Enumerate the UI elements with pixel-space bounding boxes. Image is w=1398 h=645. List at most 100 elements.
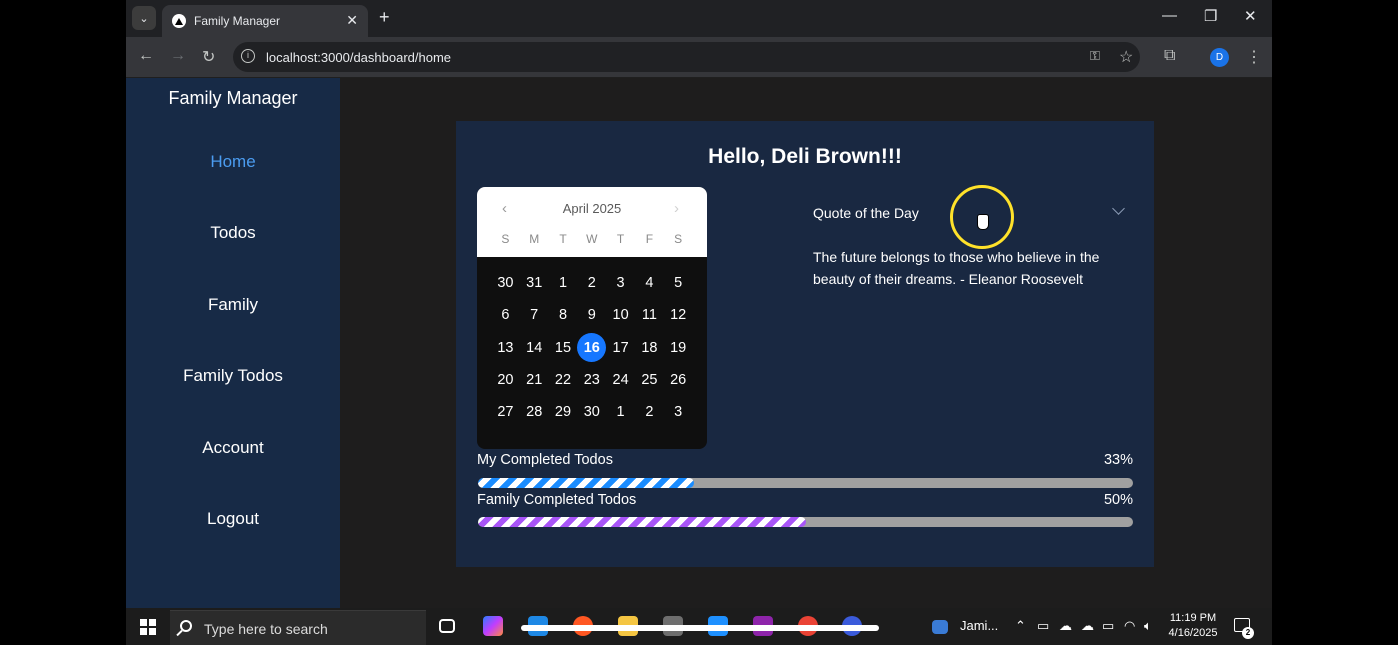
onedrive-icon[interactable]: ☁ [1059, 618, 1072, 634]
profile-avatar[interactable]: D [1210, 48, 1229, 67]
calendar-weekdays: S M T W T F S [491, 232, 693, 246]
hand-cursor-icon [977, 214, 989, 230]
video-scrubber[interactable] [521, 625, 879, 631]
copilot-icon[interactable] [483, 616, 503, 636]
calendar-day-number: 29 [554, 404, 572, 421]
sidebar-item-todos[interactable]: Todos [126, 223, 340, 243]
calendar-day[interactable]: 18 [635, 332, 664, 364]
calendar-day[interactable]: 13 [491, 332, 520, 364]
task-view-icon[interactable] [439, 619, 455, 633]
windows-start-icon[interactable] [140, 619, 156, 635]
weekday-label: W [586, 232, 598, 246]
site-info-icon[interactable]: i [241, 49, 255, 63]
volume-icon[interactable]: 🔈︎ [1144, 618, 1152, 634]
calendar-day-number: 2 [587, 275, 596, 292]
next-month-icon[interactable]: › [674, 200, 679, 217]
meet-icon[interactable]: ▭ [1037, 618, 1049, 634]
search-placeholder: Type here to search [204, 621, 328, 637]
calendar-day-number: 3 [616, 275, 625, 292]
calendar-day[interactable]: 22 [549, 364, 578, 396]
calendar-day-number: 11 [641, 307, 657, 324]
restore-icon[interactable]: ❐ [1204, 7, 1217, 25]
calendar-day-number: 28 [526, 404, 543, 421]
calendar-day[interactable]: 23 [577, 364, 606, 396]
tab-title: Family Manager [194, 14, 281, 28]
calendar-day[interactable]: 24 [606, 364, 635, 396]
calendar-month-label: April 2025 [562, 201, 622, 216]
calendar-day-number: 31 [526, 275, 543, 292]
calendar-day[interactable]: 5 [664, 267, 693, 299]
calendar-day[interactable]: 9 [577, 299, 606, 331]
calendar-day[interactable]: 21 [520, 364, 549, 396]
tab-search-button[interactable]: ⌄ [132, 6, 156, 30]
calendar-day[interactable]: 27 [491, 396, 520, 428]
calendar-day[interactable]: 15 [549, 332, 578, 364]
sidebar-item-home[interactable]: Home [126, 152, 340, 172]
calendar-day-number: 6 [501, 307, 510, 324]
calendar-day[interactable]: 28 [520, 396, 549, 428]
close-tab-icon[interactable]: ✕ [346, 12, 358, 29]
calendar-day[interactable]: 8 [549, 299, 578, 331]
calendar-day[interactable]: 19 [664, 332, 693, 364]
calendar-day-number: 12 [670, 307, 687, 324]
reload-icon[interactable]: ↻ [202, 47, 215, 67]
calendar-day[interactable]: 11 [635, 299, 664, 331]
address-bar[interactable]: i localhost:3000/dashboard/home ⚿ ☆ [233, 42, 1140, 72]
calendar-day-number: 3 [674, 404, 683, 421]
calendar-day-number: 2 [645, 404, 654, 421]
search-icon [180, 620, 192, 632]
calendar-day[interactable]: 1 [606, 396, 635, 428]
calendar-day[interactable]: 12 [664, 299, 693, 331]
bookmark-star-icon[interactable]: ☆ [1119, 47, 1133, 67]
close-window-icon[interactable]: ✕ [1244, 7, 1257, 25]
new-tab-button[interactable]: + [379, 7, 390, 28]
calendar-day[interactable]: 20 [491, 364, 520, 396]
calendar-day[interactable]: 10 [606, 299, 635, 331]
sidebar-item-account[interactable]: Account [126, 438, 340, 458]
calendar-day[interactable]: 31 [520, 267, 549, 299]
calendar-day[interactable]: 29 [549, 396, 578, 428]
calendar-day[interactable]: 3 [606, 267, 635, 299]
calendar-day[interactable]: 16 [577, 332, 607, 364]
calendar-day[interactable]: 1 [549, 267, 578, 299]
calendar-day[interactable]: 2 [577, 267, 606, 299]
weekday-label: T [616, 232, 625, 246]
calendar-day[interactable]: 30 [577, 396, 606, 428]
taskbar-search[interactable]: Type here to search [170, 610, 426, 645]
password-key-icon[interactable]: ⚿ [1090, 48, 1100, 64]
browser-tab[interactable]: Family Manager ✕ [162, 5, 368, 37]
calendar-day[interactable]: 26 [664, 364, 693, 396]
calendar-day[interactable]: 17 [606, 332, 635, 364]
chevron-up-icon[interactable]: ⌃ [1015, 618, 1026, 634]
battery-icon[interactable]: ▭ [1102, 618, 1114, 634]
calendar-day[interactable]: 25 [635, 364, 664, 396]
calendar-day[interactable]: 6 [491, 299, 520, 331]
extensions-icon[interactable]: ⧉ [1164, 47, 1175, 65]
jami-icon[interactable] [932, 620, 948, 634]
calendar-day-number: 14 [526, 339, 543, 356]
calendar-day[interactable]: 4 [635, 267, 664, 299]
calendar-day[interactable]: 14 [520, 332, 549, 364]
calendar-day-number: 7 [530, 307, 539, 324]
my-todos-progress-bar [478, 478, 1133, 488]
chevron-down-icon[interactable] [1112, 202, 1125, 215]
calendar-day-number: 24 [612, 372, 629, 389]
family-todos-percent: 50% [1103, 492, 1133, 508]
system-clock[interactable]: 11:19 PM 4/16/2025 [1168, 611, 1218, 641]
calendar-day-number: 30 [497, 275, 514, 292]
calendar-day[interactable]: 2 [635, 396, 664, 428]
calendar-day[interactable]: 7 [520, 299, 549, 331]
cloud-icon[interactable]: ☁ [1081, 618, 1094, 634]
wifi-icon[interactable]: ◠ [1124, 618, 1135, 634]
back-icon[interactable]: ← [138, 47, 154, 65]
forward-icon[interactable]: → [170, 47, 186, 65]
minimize-icon[interactable]: — [1162, 7, 1177, 24]
sidebar-item-family-todos[interactable]: Family Todos [126, 366, 340, 386]
calendar-day-number: 15 [554, 339, 572, 356]
calendar-day[interactable]: 30 [491, 267, 520, 299]
calendar-day[interactable]: 3 [664, 396, 693, 428]
menu-icon[interactable]: ⋮ [1246, 47, 1262, 67]
sidebar-item-logout[interactable]: Logout [126, 509, 340, 529]
jami-app-label[interactable]: Jami... [960, 618, 998, 633]
sidebar-item-family[interactable]: Family [126, 295, 340, 315]
